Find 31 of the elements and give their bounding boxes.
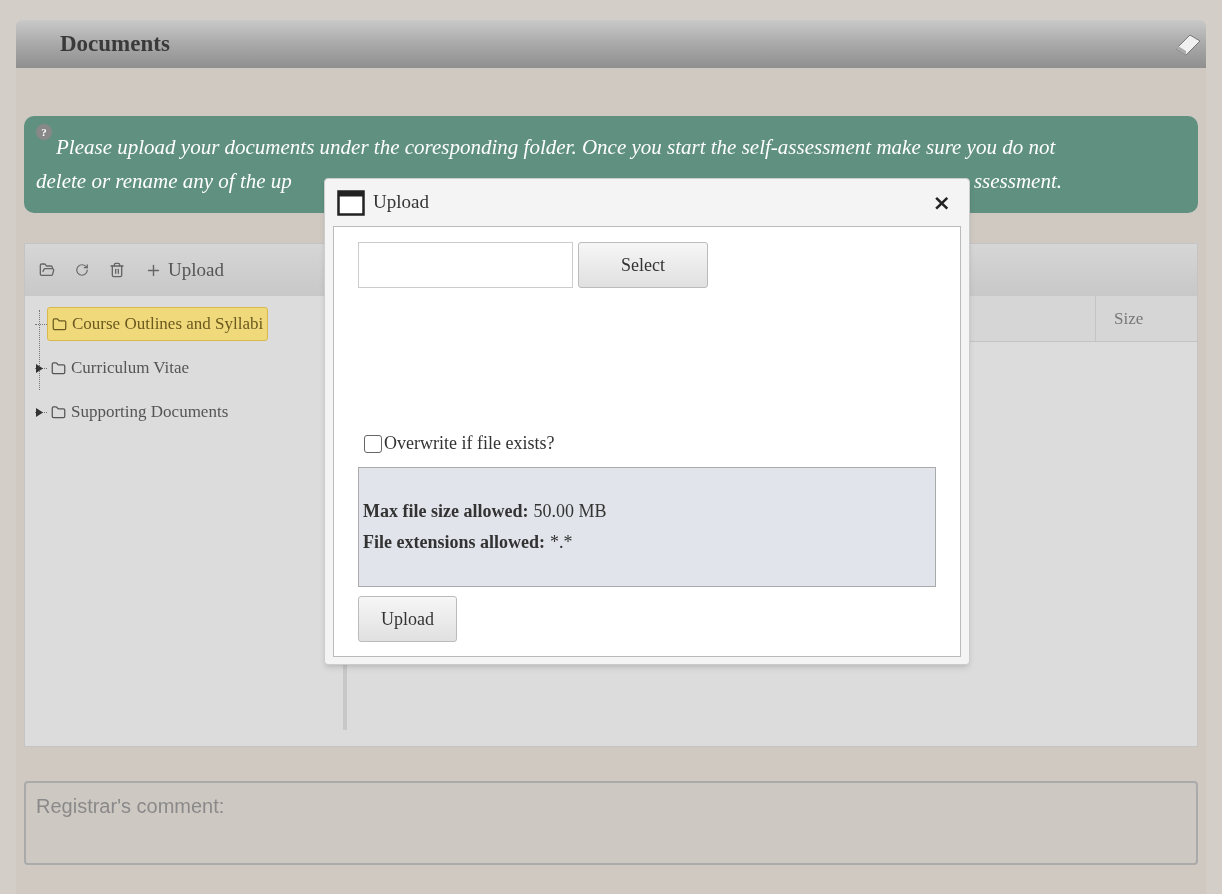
dialog-title: Upload (373, 190, 429, 215)
expand-arrow-icon[interactable] (36, 363, 43, 373)
tree-item[interactable]: Course Outlines and Syllabi (47, 307, 269, 341)
upload-button[interactable]: Upload (358, 596, 457, 642)
file-field[interactable] (358, 242, 573, 288)
folder-icon (52, 316, 67, 332)
column-header[interactable]: Size (1096, 296, 1197, 341)
help-icon: ? (36, 124, 52, 140)
delete-icon[interactable] (109, 262, 125, 278)
overwrite-label: Overwrite if file exists? (384, 432, 555, 455)
close-button[interactable]: × (932, 191, 951, 214)
refresh-icon[interactable] (75, 263, 89, 277)
info-label: Max file size allowed: (363, 500, 529, 523)
expand-arrow-icon[interactable] (36, 407, 43, 417)
section-title: Documents (60, 29, 170, 58)
info-value: *.* (550, 531, 573, 554)
info-label: File extensions allowed: (363, 531, 545, 554)
select-button[interactable]: Select (578, 242, 708, 288)
overwrite-checkbox[interactable] (364, 434, 382, 453)
upload-button[interactable]: Upload (168, 255, 224, 285)
tree-item[interactable]: Curriculum Vitae (47, 351, 194, 385)
folder-icon[interactable] (39, 262, 55, 278)
window-icon (337, 189, 365, 216)
tree-item[interactable]: Supporting Documents (47, 395, 233, 429)
comment-field[interactable]: Registrar's comment: (24, 781, 1198, 865)
folder-icon (51, 360, 66, 376)
notice-text: delete or rename any of the up (36, 167, 292, 195)
info-value: 50.00 MB (533, 500, 607, 523)
folder-icon (51, 404, 66, 420)
notice-text: ssessment. (973, 167, 1062, 195)
notice-text: Please upload your documents under the coresponding folder. Once you start the self-assessment make sure you do not (56, 134, 1056, 161)
